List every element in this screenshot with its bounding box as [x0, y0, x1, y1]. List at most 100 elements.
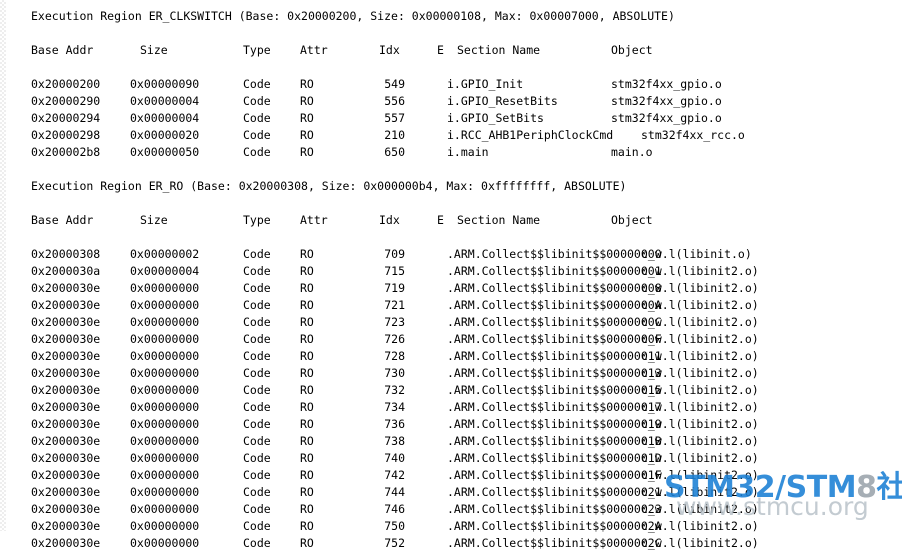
row-attr: RO	[300, 315, 314, 329]
row-section-name: .ARM.Collect$$libinit$$0000001B	[447, 434, 662, 448]
column-header-idx: Idx	[379, 213, 400, 227]
row-attr: RO	[300, 281, 314, 295]
row-idx: 740	[384, 451, 405, 465]
row-attr: RO	[300, 298, 314, 312]
row-base-addr: 0x2000030e	[31, 451, 101, 465]
row-size: 0x00000020	[130, 128, 200, 142]
row-object: c_w.l(libinit.o)	[641, 247, 752, 261]
row-size: 0x00000004	[130, 94, 200, 108]
row-attr: RO	[300, 519, 314, 533]
row-type: Code	[243, 502, 271, 516]
row-idx: 746	[384, 502, 405, 516]
row-type: Code	[243, 145, 271, 159]
table-row: 0x2000030e 0x00000000 Code RO 752 .ARM.Collec…	[0, 535, 902, 552]
row-idx: 721	[384, 298, 405, 312]
row-section-name: .ARM.Collect$$libinit$$00000017	[447, 400, 662, 414]
row-type: Code	[243, 128, 271, 142]
column-header-section-name: Section Name	[457, 43, 541, 57]
row-type: Code	[243, 366, 271, 380]
row-idx: 742	[384, 468, 405, 482]
row-idx: 726	[384, 332, 405, 346]
row-object: c_w.l(libinit2.o)	[641, 383, 759, 397]
row-section-name: .ARM.Collect$$libinit$$00000019	[447, 417, 662, 431]
row-size: 0x00000000	[130, 519, 200, 533]
row-size: 0x00000000	[130, 502, 200, 516]
row-attr: RO	[300, 145, 314, 159]
row-object: c_w.l(libinit2.o)	[641, 519, 759, 533]
table-row: 0x20000294 0x00000004 Code RO 557 i.GPIO_SetB…	[0, 110, 902, 127]
row-size: 0x00000004	[130, 264, 200, 278]
execution-region-title: Execution Region ER_RO (Base: 0x20000308…	[0, 178, 902, 195]
row-section-name: i.GPIO_Init	[447, 77, 524, 91]
row-section-name: i.GPIO_ResetBits	[447, 94, 558, 108]
row-attr: RO	[300, 247, 314, 261]
row-size: 0x00000004	[130, 111, 200, 125]
row-object: c_w.l(libinit2.o)	[641, 536, 759, 550]
column-header-object: Object	[611, 213, 653, 227]
row-size: 0x00000000	[130, 349, 200, 363]
row-size: 0x00000050	[130, 145, 200, 159]
row-base-addr: 0x2000030e	[31, 485, 101, 499]
row-section-name: i.RCC_AHB1PeriphClockCmd	[447, 128, 614, 142]
table-row: 0x2000030e 0x00000000 Code RO 734 .ARM.Collec…	[0, 399, 902, 416]
row-size: 0x00000000	[130, 434, 200, 448]
row-base-addr: 0x20000290	[31, 94, 101, 108]
execution-region-title-text: Execution Region ER_RO (Base: 0x20000308…	[31, 179, 627, 193]
table-row: 0x2000030e 0x00000000 Code RO 742 .ARM.Collec…	[0, 467, 902, 484]
row-section-name: .ARM.Collect$$libinit$$00000013	[447, 366, 662, 380]
row-section-name: .ARM.Collect$$libinit$$00000000	[447, 247, 662, 261]
row-section-name: .ARM.Collect$$libinit$$00000001	[447, 264, 662, 278]
row-section-name: .ARM.Collect$$libinit$$00000021	[447, 485, 662, 499]
column-header-size: Size	[140, 213, 168, 227]
column-header-base-addr: Base Addr	[31, 213, 94, 227]
column-header-attr: Attr	[300, 213, 328, 227]
row-section-name: .ARM.Collect$$libinit$$00000015	[447, 383, 662, 397]
row-type: Code	[243, 298, 271, 312]
table-row: 0x2000030e 0x00000000 Code RO 746 .ARM.Collec…	[0, 501, 902, 518]
row-object: c_w.l(libinit2.o)	[641, 349, 759, 363]
row-type: Code	[243, 315, 271, 329]
row-base-addr: 0x200002b8	[31, 145, 101, 159]
row-object: c_w.l(libinit2.o)	[641, 332, 759, 346]
column-header-idx: Idx	[379, 43, 400, 57]
row-type: Code	[243, 536, 271, 550]
table-row: 0x2000030e 0x00000000 Code RO 732 .ARM.Collec…	[0, 382, 902, 399]
row-attr: RO	[300, 383, 314, 397]
row-base-addr: 0x2000030e	[31, 400, 101, 414]
row-section-name: .ARM.Collect$$libinit$$0000000A	[447, 298, 662, 312]
table-row: 0x2000030e 0x00000000 Code RO 744 .ARM.Collec…	[0, 484, 902, 501]
row-section-name: .ARM.Collect$$libinit$$00000008	[447, 281, 662, 295]
table-row: 0x2000030e 0x00000000 Code RO 738 .ARM.Collec…	[0, 433, 902, 450]
row-attr: RO	[300, 536, 314, 550]
row-size: 0x00000090	[130, 77, 200, 91]
row-type: Code	[243, 468, 271, 482]
row-section-name: i.main	[447, 145, 489, 159]
table-row: 0x2000030e 0x00000000 Code RO 750 .ARM.Collec…	[0, 518, 902, 535]
row-section-name: .ARM.Collect$$libinit$$00000011	[447, 349, 662, 363]
column-header-type: Type	[243, 43, 271, 57]
row-section-name: .ARM.Collect$$libinit$$0000001D	[447, 451, 662, 465]
row-object: c_w.l(libinit2.o)	[641, 485, 759, 499]
column-header-object: Object	[611, 43, 653, 57]
row-idx: 750	[384, 519, 405, 533]
row-idx: 738	[384, 434, 405, 448]
table-row: 0x2000030a 0x00000004 Code RO 715 .ARM.Collec…	[0, 263, 902, 280]
row-size: 0x00000000	[130, 400, 200, 414]
row-idx: 709	[384, 247, 405, 261]
row-object: c_w.l(libinit2.o)	[641, 451, 759, 465]
row-attr: RO	[300, 332, 314, 346]
row-idx: 734	[384, 400, 405, 414]
row-attr: RO	[300, 485, 314, 499]
row-idx: 732	[384, 383, 405, 397]
row-attr: RO	[300, 417, 314, 431]
row-type: Code	[243, 111, 271, 125]
row-object: c_w.l(libinit2.o)	[641, 434, 759, 448]
row-object: stm32f4xx_gpio.o	[611, 94, 722, 108]
row-idx: 715	[384, 264, 405, 278]
table-row: 0x2000030e 0x00000000 Code RO 728 .ARM.Collec…	[0, 348, 902, 365]
row-type: Code	[243, 94, 271, 108]
column-header-base-addr: Base Addr	[31, 43, 94, 57]
row-type: Code	[243, 247, 271, 261]
execution-region-title: Execution Region ER_CLKSWITCH (Base: 0x2…	[0, 8, 902, 25]
row-type: Code	[243, 485, 271, 499]
